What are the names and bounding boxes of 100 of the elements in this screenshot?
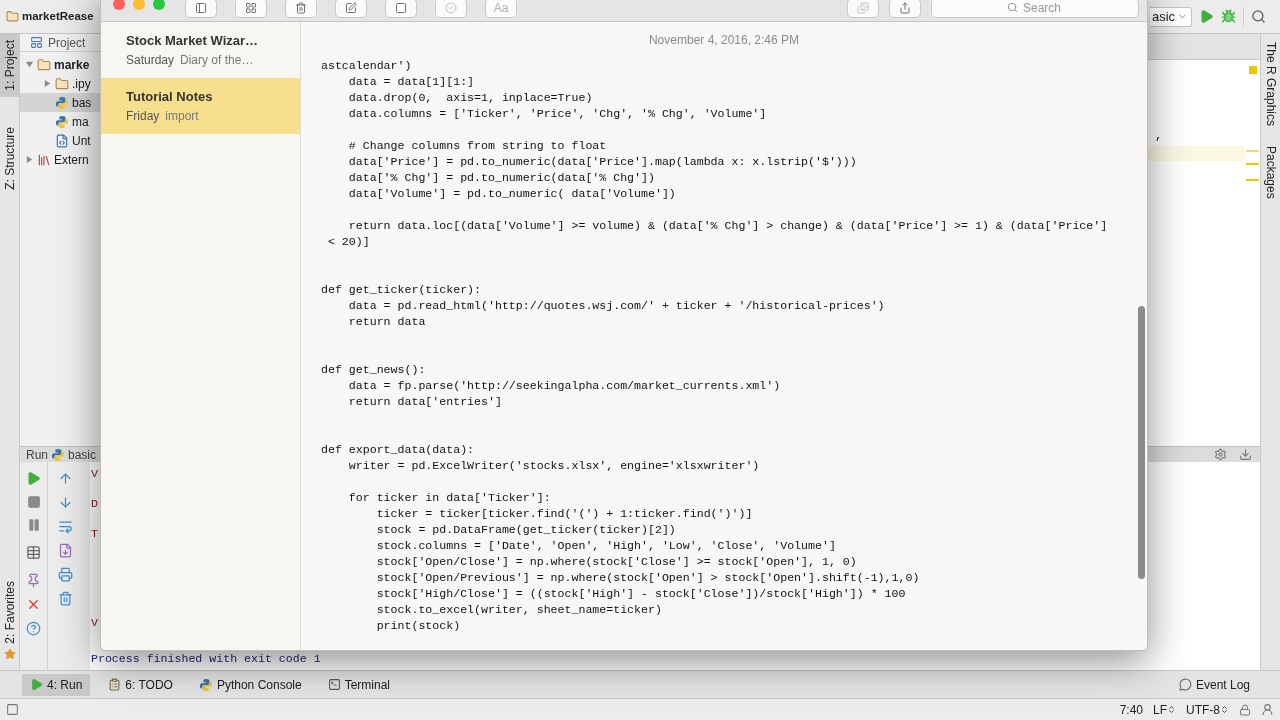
stop-icon[interactable] xyxy=(26,495,41,509)
layout-icon[interactable] xyxy=(26,545,41,560)
tree-item[interactable]: .ipy xyxy=(20,74,100,93)
code-line: ticker = ticker[ticker.find('(') + 1:ticker.find(')')] xyxy=(375,506,754,522)
change-marker[interactable] xyxy=(1246,150,1259,152)
checklist-button[interactable] xyxy=(435,0,467,18)
up-down-icon xyxy=(1167,705,1176,714)
search-field[interactable]: Search xyxy=(931,0,1139,18)
expand-arrow-icon[interactable] xyxy=(43,79,52,88)
cursor-position[interactable]: 7:40 xyxy=(1119,700,1143,719)
compose-button[interactable] xyxy=(335,0,367,18)
settings-icon[interactable] xyxy=(1214,448,1227,461)
note-title: Stock Market Wizar… xyxy=(126,32,260,51)
code-line: print(stock) xyxy=(375,618,462,634)
run-config-dropdown[interactable]: asic xyxy=(1150,6,1193,27)
console-output-line: V xyxy=(91,615,98,630)
search-icon[interactable] xyxy=(1251,9,1267,24)
pause-icon[interactable] xyxy=(26,518,41,532)
code-line: # Change columns from string to float xyxy=(347,138,608,154)
wrap-icon[interactable] xyxy=(57,519,73,534)
tool-window-tab[interactable]: Python Console xyxy=(190,673,310,696)
run-icon[interactable] xyxy=(1199,9,1215,24)
tool-window-tab[interactable]: Z: Structure xyxy=(0,126,19,190)
delete-button[interactable] xyxy=(285,0,317,18)
star-icon xyxy=(3,648,16,660)
terminal-icon xyxy=(327,678,341,691)
share-button[interactable] xyxy=(889,0,921,18)
tree-item[interactable]: bas xyxy=(20,93,100,112)
panel-title[interactable]: Project xyxy=(48,33,86,52)
tool-window-tab[interactable]: Packages xyxy=(1261,146,1280,199)
code-line: data = data[1][1:] xyxy=(347,74,476,90)
attachments-browser-button[interactable] xyxy=(235,0,267,18)
up-arrow-icon[interactable] xyxy=(57,471,73,486)
tree-item[interactable]: ma xyxy=(20,112,100,131)
search-icon xyxy=(1007,2,1018,13)
print-icon[interactable] xyxy=(57,567,73,582)
import-icon[interactable] xyxy=(57,543,73,558)
panel-toggle-icon[interactable] xyxy=(6,703,19,716)
inspector-icon[interactable] xyxy=(1261,703,1274,716)
note-list-item[interactable]: Tutorial Notes Friday import xyxy=(101,78,300,134)
code-line: for ticker in data['Ticker']: xyxy=(347,490,552,506)
code-line: astcalendar') xyxy=(321,58,413,74)
tree-item[interactable]: Unt xyxy=(20,131,100,150)
code-line: data['Volume'] = pd.to_numeric( data['Volume']) xyxy=(347,186,677,202)
lock-icon[interactable] xyxy=(1239,703,1251,716)
library-icon xyxy=(37,152,51,167)
python-file-icon xyxy=(55,95,69,110)
console-output-line: T xyxy=(91,526,98,541)
encoding-selector[interactable]: UTF-8 xyxy=(1186,700,1229,719)
tool-window-tab[interactable]: 2: Favorites xyxy=(0,581,19,644)
note-list-item[interactable]: Stock Market Wizar… Saturday Diary of the… xyxy=(101,22,300,78)
notebook-file-icon xyxy=(55,133,69,148)
collapse-arrow-icon[interactable] xyxy=(25,60,34,69)
run-icon[interactable] xyxy=(26,471,41,486)
code-line: data.drop(0, axis=1, inplace=True) xyxy=(347,90,594,106)
code-line: data.columns = ['Ticker', 'Price', 'Chg', '% Chg', 'Volume'] xyxy=(347,106,768,122)
project-name[interactable]: marketRease xyxy=(22,7,94,26)
bug-icon[interactable] xyxy=(1221,9,1237,24)
photos-icon xyxy=(857,2,869,14)
close-button[interactable] xyxy=(113,0,125,10)
tool-window-tab[interactable]: Terminal xyxy=(319,673,399,696)
tool-window-tab[interactable]: 6: TODO xyxy=(100,673,181,696)
expand-arrow-icon[interactable] xyxy=(25,155,34,164)
event-log-button[interactable]: Event Log xyxy=(1178,675,1250,694)
code-text: , xyxy=(1155,129,1163,143)
zoom-button[interactable] xyxy=(153,0,165,10)
tool-window-tab[interactable]: 4: Run xyxy=(22,673,91,696)
code-line: < 20)] xyxy=(326,234,371,250)
warning-marker[interactable] xyxy=(1248,66,1257,74)
tree-item[interactable]: marke xyxy=(20,55,100,74)
photos-button[interactable] xyxy=(847,0,879,18)
console-output-line: D xyxy=(91,496,98,511)
table-button[interactable] xyxy=(385,0,417,18)
close-icon[interactable] xyxy=(26,597,41,612)
change-marker[interactable] xyxy=(1246,179,1259,181)
tree-item[interactable]: Extern xyxy=(20,150,100,169)
python-icon xyxy=(51,447,65,462)
line-separator-selector[interactable]: LF xyxy=(1153,700,1176,719)
panel-title: Run xyxy=(26,446,48,464)
code-line: data['Price'] = pd.to_numeric(data['Price'].map(lambda x: x.lstrip('$'))) xyxy=(347,154,858,170)
compose-icon xyxy=(345,2,357,14)
scrollbar[interactable] xyxy=(1138,306,1145,579)
trash-icon xyxy=(295,2,307,14)
trash-icon[interactable] xyxy=(57,591,73,606)
tool-window-tab[interactable]: The R Graphics xyxy=(1261,42,1280,127)
code-line: stock['Open/Close'] = np.where(stock['Close'] >= stock['Open'], 1, 0) xyxy=(375,554,858,570)
code-line: def export_data(data): xyxy=(321,442,476,458)
square-icon xyxy=(395,2,407,14)
run-config-name[interactable]: basic xyxy=(68,445,97,464)
sidebar-toggle-button[interactable] xyxy=(185,0,217,18)
pin-icon[interactable] xyxy=(26,573,41,588)
change-marker[interactable] xyxy=(1246,163,1259,165)
sidebar-icon xyxy=(195,2,207,14)
help-icon[interactable] xyxy=(26,621,41,636)
code-line: return data.loc[(data['Volume'] >= volume) & (data['% Chg'] > change) & (data['Price'] >= 1) & (data['Price'] xyxy=(347,218,1109,234)
note-title: Tutorial Notes xyxy=(126,88,214,107)
speech-bubble-icon xyxy=(1178,678,1192,691)
download-icon[interactable] xyxy=(1239,448,1252,461)
checkmark-icon xyxy=(445,2,457,14)
down-arrow-icon[interactable] xyxy=(57,495,73,510)
